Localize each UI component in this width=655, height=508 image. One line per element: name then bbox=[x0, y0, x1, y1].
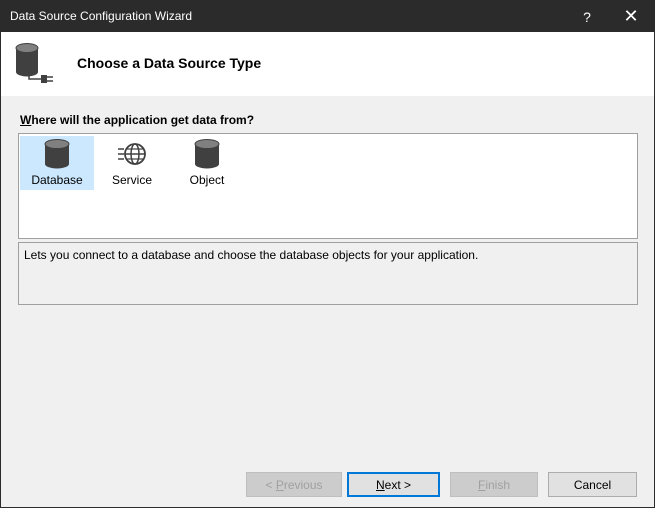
wizard-header: Choose a Data Source Type bbox=[1, 32, 654, 96]
wizard-window: Data Source Configuration Wizard ? ✕ Cho… bbox=[0, 0, 655, 508]
source-item-service[interactable]: Service bbox=[95, 136, 169, 190]
next-accelerator: N bbox=[375, 477, 385, 492]
source-question-label: Where will the application get data from… bbox=[20, 113, 254, 127]
object-cylinder-icon bbox=[194, 139, 220, 169]
title-bar[interactable]: Data Source Configuration Wizard ? ✕ bbox=[1, 1, 654, 32]
page-title: Choose a Data Source Type bbox=[77, 55, 262, 71]
source-label-object: Object bbox=[189, 173, 225, 187]
previous-label: revious bbox=[283, 477, 323, 492]
close-icon: ✕ bbox=[623, 6, 639, 26]
finish-button[interactable]: Finish bbox=[450, 472, 538, 497]
source-label-database: Database bbox=[31, 173, 83, 187]
finish-label: inish bbox=[485, 477, 511, 492]
description-text: Lets you connect to a database and choos… bbox=[24, 248, 479, 262]
question-accelerator: W bbox=[20, 113, 32, 127]
database-connect-icon bbox=[15, 43, 53, 83]
previous-accelerator: P bbox=[275, 477, 284, 492]
globe-service-icon bbox=[118, 143, 146, 165]
source-item-object[interactable]: Object bbox=[170, 136, 244, 190]
source-item-database[interactable]: Database bbox=[20, 136, 94, 190]
next-button[interactable]: Next > bbox=[347, 472, 440, 497]
help-icon: ? bbox=[583, 8, 591, 25]
next-label: ext > bbox=[384, 477, 412, 492]
finish-accelerator: F bbox=[477, 477, 486, 492]
question-text: here will the application get data from? bbox=[31, 113, 255, 127]
close-button[interactable]: ✕ bbox=[609, 1, 653, 32]
previous-button[interactable]: < Previous bbox=[246, 472, 342, 497]
data-source-list[interactable]: Database Service Object bbox=[18, 133, 638, 239]
window-title: Data Source Configuration Wizard bbox=[10, 9, 193, 23]
help-button[interactable]: ? bbox=[565, 1, 609, 32]
database-icon bbox=[44, 139, 70, 169]
description-box: Lets you connect to a database and choos… bbox=[18, 242, 638, 305]
previous-prefix: < bbox=[265, 477, 276, 492]
cancel-button[interactable]: Cancel bbox=[548, 472, 637, 497]
cancel-label: Cancel bbox=[573, 477, 612, 492]
source-label-service: Service bbox=[111, 173, 152, 187]
